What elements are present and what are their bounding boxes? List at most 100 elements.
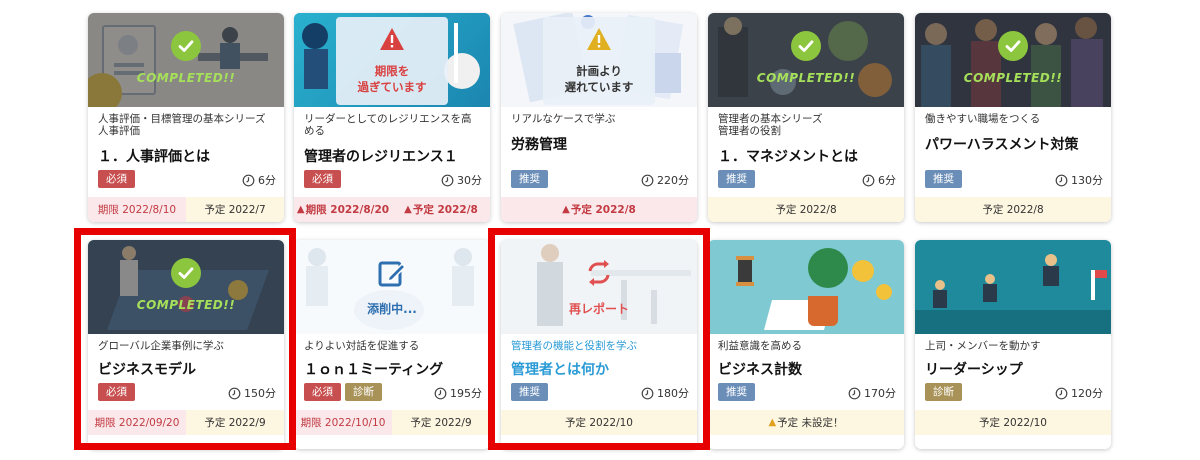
course-card-10[interactable]: 上司・メンバーを動かす リーダーシップ 診断 120分 予定 2022/10 — [915, 240, 1111, 449]
duration: 195分 — [434, 385, 482, 401]
duration: 170分 — [848, 385, 896, 401]
schedule-cell: 予定 2022/8 — [708, 197, 904, 222]
completed-check-icon — [171, 258, 201, 288]
duration: 220分 — [641, 172, 689, 188]
course-thumbnail — [708, 240, 904, 334]
deadline-cell: 期限 2022/8/10 — [88, 197, 186, 222]
series-label: 上司・メンバーを動かす — [925, 340, 1041, 352]
course-title: 管理者のレジリエンス１ — [304, 149, 458, 165]
badge-group: 推奨 — [718, 383, 755, 401]
diagnosis-badge: 診断 — [345, 383, 382, 401]
course-thumbnail: 再レポート — [501, 240, 697, 334]
warning-icon: ▲ — [296, 204, 305, 215]
badge-group: 必須 — [98, 383, 135, 401]
schedule-text: 予定 未設定！ — [777, 417, 844, 429]
duration: 150分 — [228, 385, 276, 401]
completed-check-icon — [171, 31, 201, 61]
course-thumbnail: COMPLETED!! — [88, 240, 284, 334]
series-label: 管理者の機能と役割を学ぶ — [511, 340, 637, 352]
warning-icon: ▲ — [562, 204, 570, 215]
clock-icon — [434, 387, 447, 399]
course-card-2[interactable]: 期限を 過ぎています リーダーとしてのレジリエンスを高 める 管理者のレジリエン… — [294, 13, 490, 222]
status-label: COMPLETED!! — [756, 71, 856, 85]
course-card-8[interactable]: 再レポート 管理者の機能と役割を学ぶ 管理者とは何か 推奨 180分 予定 20… — [501, 240, 697, 449]
schedule-cell: 予定 2022/10 — [501, 410, 697, 435]
required-badge: 必須 — [98, 170, 135, 188]
duration-text: 130分 — [1071, 174, 1103, 187]
recommended-badge: 推奨 — [511, 383, 548, 401]
series-label: 管理者の基本シリーズ 管理者の役割 — [718, 113, 823, 137]
status-label: COMPLETED!! — [136, 298, 236, 312]
schedule-cell: ▲ 予定 2022/8 — [501, 197, 697, 222]
schedule-text: 予定 2022/8 — [982, 204, 1044, 216]
course-card-1[interactable]: COMPLETED!! 人事評価・目標管理の基本シリーズ 人事評価 １．人事評価… — [88, 13, 284, 222]
course-title: １．人事評価とは — [98, 149, 210, 165]
status-label: 再レポート — [568, 302, 629, 316]
schedule-text: 予定 2022/10 — [979, 417, 1047, 429]
warning-icon: ▲ — [404, 204, 412, 215]
deadline-text: 期限 2022/8/10 — [97, 204, 177, 216]
recommended-badge: 推奨 — [718, 383, 755, 401]
course-card-6[interactable]: COMPLETED!! グローバル企業事例に学ぶ ビジネスモデル 必須 150分… — [88, 240, 284, 449]
duration: 6分 — [242, 172, 276, 188]
course-thumbnail: 添削中... — [294, 240, 490, 334]
duration-text: 120分 — [1071, 387, 1103, 400]
series-label: よりよい対話を促進する — [304, 340, 420, 352]
badge-group: 推奨 — [718, 170, 755, 188]
duration: 6分 — [862, 172, 896, 188]
badge-group: 推奨 — [511, 383, 548, 401]
card-footer: 期限 2022/10/10 予定 2022/9 — [294, 410, 490, 435]
card-footer: 予定 2022/8 — [915, 197, 1111, 222]
completed-check-icon — [791, 31, 821, 61]
course-card-7[interactable]: 添削中... よりよい対話を促進する １ｏｎ１ミーティング 必須 診断 195分… — [294, 240, 490, 449]
card-footer: 予定 2022/10 — [501, 410, 697, 435]
duration-text: 6分 — [878, 174, 896, 187]
schedule-cell: 予定 2022/7 — [186, 197, 284, 222]
duration: 120分 — [1055, 385, 1103, 401]
warning-icon — [587, 28, 611, 50]
clock-icon — [1055, 174, 1068, 186]
course-thumbnail: 期限を 過ぎています — [294, 13, 490, 107]
course-title: 管理者とは何か — [511, 362, 609, 378]
schedule-text: 予定 2022/7 — [204, 204, 266, 216]
duration-text: 180分 — [657, 387, 689, 400]
course-thumbnail: 計画より 遅れています — [501, 13, 697, 107]
duration-text: 30分 — [457, 174, 482, 187]
series-label: グローバル企業事例に学ぶ — [98, 340, 224, 352]
course-card-4[interactable]: COMPLETED!! 管理者の基本シリーズ 管理者の役割 １．マネジメントとは… — [708, 13, 904, 222]
course-card-3[interactable]: 計画より 遅れています リアルなケースで学ぶ 労務管理 推奨 220分 ▲ 予定 … — [501, 13, 697, 222]
course-title: リーダーシップ — [925, 362, 1023, 378]
clock-icon — [1055, 387, 1068, 399]
course-thumbnail: COMPLETED!! — [88, 13, 284, 107]
schedule-text: 予定 2022/9 — [204, 417, 266, 429]
deadline-cell: 期限 2022/09/20 — [88, 410, 186, 435]
clock-icon — [228, 387, 241, 399]
duration-text: 170分 — [864, 387, 896, 400]
schedule-cell: 予定 2022/10 — [915, 410, 1111, 435]
recommended-badge: 推奨 — [718, 170, 755, 188]
status-label: 計画より 遅れています — [564, 64, 634, 94]
duration-text: 6分 — [258, 174, 276, 187]
duration: 30分 — [441, 172, 482, 188]
series-label: リーダーとしてのレジリエンスを高 める — [304, 113, 472, 137]
card-footer: ▲ 期限 2022/8/20 ▲ 予定 2022/8 — [294, 197, 490, 222]
badge-group: 必須 診断 — [304, 383, 382, 401]
clock-icon — [862, 174, 875, 186]
badge-group: 推奨 — [511, 170, 548, 188]
course-thumbnail: COMPLETED!! — [915, 13, 1111, 107]
deadline-cell: 期限 2022/10/10 — [294, 410, 392, 435]
status-label: 添削中... — [367, 302, 417, 316]
course-title: ビジネス計数 — [718, 362, 802, 378]
schedule-text: 予定 2022/8 — [412, 204, 478, 216]
clock-icon — [441, 174, 454, 186]
card-footer: ▲ 予定 2022/8 — [501, 197, 697, 222]
schedule-cell: ▲ 予定 2022/8 — [392, 197, 490, 222]
status-label: 期限を 過ぎています — [357, 64, 427, 94]
course-card-9[interactable]: 利益意識を高める ビジネス計数 推奨 170分 ▲ 予定 未設定！ — [708, 240, 904, 449]
course-thumbnail: COMPLETED!! — [708, 13, 904, 107]
card-footer: 予定 2022/8 — [708, 197, 904, 222]
duration: 180分 — [641, 385, 689, 401]
course-card-5[interactable]: COMPLETED!! 働きやすい職場をつくる パワーハラスメント対策 推奨 1… — [915, 13, 1111, 222]
badge-group: 推奨 — [925, 170, 962, 188]
course-thumbnail — [915, 240, 1111, 334]
